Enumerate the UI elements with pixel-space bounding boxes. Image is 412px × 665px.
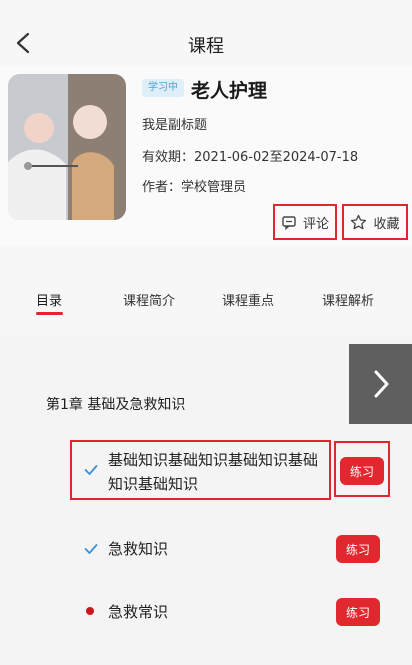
chevron-right-icon <box>374 370 388 398</box>
in-progress-dot <box>86 607 94 615</box>
author: 作者：学校管理员 <box>142 176 246 195</box>
page-title: 课程 <box>188 36 224 57</box>
tab-catalog[interactable]: 目录 <box>36 290 62 309</box>
author-value: 学校管理员 <box>181 180 247 195</box>
lesson-title[interactable]: 急救知识 <box>108 538 168 559</box>
validity-period: 有效期：2021-06-02至2024-07-18 <box>142 146 358 165</box>
tab-analysis[interactable]: 课程解析 <box>322 290 374 309</box>
tab-key-points[interactable]: 课程重点 <box>222 290 274 309</box>
practice-button[interactable]: 练习 <box>336 535 380 563</box>
validity-value: 2021-06-02至2024-07-18 <box>194 150 359 165</box>
check-icon <box>84 544 98 554</box>
active-tab-indicator <box>36 312 63 315</box>
tab-introduction[interactable]: 课程简介 <box>123 290 175 309</box>
star-icon <box>351 214 367 229</box>
status-badge: 学习中 <box>142 79 184 97</box>
comment-button[interactable]: 评论 <box>273 204 337 240</box>
course-title: 老人护理 <box>191 80 268 102</box>
validity-label: 有效期： <box>142 150 195 165</box>
comment-label: 评论 <box>302 216 329 232</box>
comment-icon <box>282 216 296 230</box>
next-page-button[interactable] <box>349 344 412 424</box>
collect-label: 收藏 <box>373 216 400 232</box>
author-label: 作者： <box>142 180 182 195</box>
check-icon <box>84 465 98 475</box>
lesson-title[interactable]: 急救常识 <box>108 601 168 622</box>
course-cover-image <box>8 74 126 220</box>
lesson-title[interactable]: 基础知识基础知识基础知识基础知识基础知识 <box>108 448 328 496</box>
chapter-title[interactable]: 第1章 基础及急救知识 <box>46 394 185 414</box>
practice-button[interactable]: 练习 <box>340 457 384 485</box>
practice-button[interactable]: 练习 <box>336 598 380 626</box>
course-subtitle: 我是副标题 <box>142 118 208 133</box>
collect-button[interactable]: 收藏 <box>342 204 408 240</box>
